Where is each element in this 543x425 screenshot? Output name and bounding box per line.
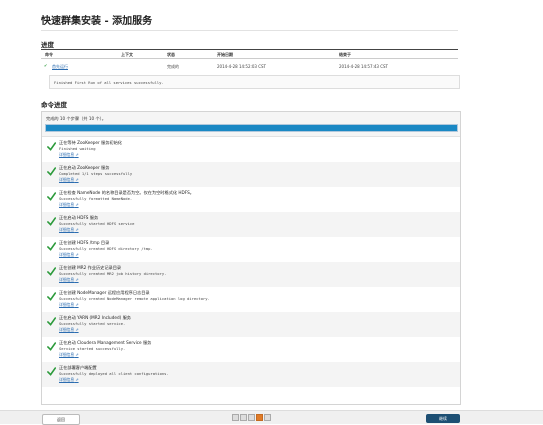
step-details-link[interactable]: 详细信息 ⇗ [59,227,79,233]
command-step: 正在创建 MR2 作业历史记录目录 Successfully created MR… [42,262,460,287]
steps-summary: 完成的 10 个步骤（共 10 个）。 [46,116,106,121]
external-link-icon: ⇗ [74,252,79,257]
progress-bar [45,124,458,132]
step-message: Successfully formatted NameNode. [59,196,133,201]
command-step: 正在启动 HDFS 服务 Successfully started HDFS se… [42,212,460,237]
page-title: 快速群集安装 - 添加服务 [41,16,153,27]
external-link-icon: ⇗ [74,377,79,382]
check-icon [47,292,56,301]
details-label: 详细信息 [59,352,75,357]
check-icon: ✔ [44,63,48,68]
command-progress-summary: 完成的 10 个步骤（共 10 个）。 [42,112,460,137]
step-details-link[interactable]: 详细信息 ⇗ [59,352,79,358]
start-date-cell: 2014-4-28 14:52:03 CST [217,64,266,69]
progress-message-box: Finished First Run of all services succe… [49,75,460,89]
progress-message: Finished First Run of all services succe… [54,80,164,85]
details-label: 详细信息 [59,177,75,182]
step-message: Successfully created HDFS directory /tmp… [59,246,153,251]
external-link-icon: ⇗ [74,327,79,332]
step-message: Successfully created NodeManager remote … [59,296,210,301]
check-icon [47,367,56,376]
details-label: 详细信息 [59,327,75,332]
pager-step-5 [264,414,271,421]
command-step: 正在检查 NameNode 的名称目录是否为空。仅在为空时格式化 HDFS。 Su… [42,187,460,212]
command-step: 正在部署客户端配置 Successfully deployed all clien… [42,362,460,387]
step-message: Successfully deployed all client configu… [59,371,169,376]
step-message: Successfully started service. [59,321,126,326]
check-icon [47,267,56,276]
external-link-icon: ⇗ [74,302,79,307]
step-details-link[interactable]: 详细信息 ⇗ [59,152,79,158]
details-label: 详细信息 [59,227,75,232]
external-link-icon: ⇗ [74,152,79,157]
command-step: 正在启动 YARN (MR2 Included) 服务 Successfully … [42,312,460,337]
col-start: 开始日期 [217,51,233,57]
command-step: 正在创建 HDFS /tmp 目录 Successfully created HD… [42,237,460,262]
step-details-link[interactable]: 详细信息 ⇗ [59,327,79,333]
progress-table-header: 命令 上下文 状态 开始日期 结束于 [41,49,458,59]
step-details-link[interactable]: 详细信息 ⇗ [59,377,79,383]
external-link-icon: ⇗ [74,352,79,357]
step-details-link[interactable]: 详细信息 ⇗ [59,277,79,283]
progress-heading: 进度 [41,41,54,49]
end-date-cell: 2014-4-28 14:57:43 CST [339,64,388,69]
back-button[interactable]: 返回 [42,414,80,425]
wizard-pager [232,414,272,422]
check-icon [47,217,56,226]
command-link[interactable]: 首先运行 [52,64,68,70]
external-link-icon: ⇗ [74,202,79,207]
step-details-link[interactable]: 详细信息 ⇗ [59,252,79,258]
check-icon [47,317,56,326]
external-link-icon: ⇗ [74,277,79,282]
pager-step-2 [240,414,247,421]
command-step: 正在启动 Cloudera Management Service 服务 Servi… [42,337,460,362]
details-label: 详细信息 [59,152,75,157]
command-step: 正在启动 ZooKeeper 服务 Completed 1/1 steps suc… [42,162,460,187]
step-message: Service started successfully. [59,346,126,351]
check-icon [47,167,56,176]
command-step: 正在等待 ZooKeeper 服务初始化 Finished waiting 详细信息… [42,137,460,162]
details-label: 详细信息 [59,202,75,207]
step-message: Completed 1/1 steps successfully [59,171,133,176]
details-label: 详细信息 [59,377,75,382]
progress-table-row: ✔ 首先运行 完成的 2014-4-28 14:52:03 CST 2014-4… [41,60,458,72]
step-details-link[interactable]: 详细信息 ⇗ [59,202,79,208]
command-step: 正在创建 NodeManager 远程应用程序日志目录 Successfully … [42,287,460,312]
pager-step-3 [248,414,255,421]
command-progress-panel[interactable]: 完成的 10 个步骤（共 10 个）。 正在等待 ZooKeeper 服务初始化… [41,111,461,405]
col-status: 状态 [167,51,175,57]
details-label: 详细信息 [59,302,75,307]
command-progress-heading: 命令进度 [41,101,67,109]
check-icon [47,192,56,201]
details-label: 详细信息 [59,252,75,257]
add-service-wizard: 快速群集安装 - 添加服务 进度 命令 上下文 状态 开始日期 结束于 ✔ 首先… [0,0,543,425]
col-end: 结束于 [339,51,351,57]
progress-bar-fill [46,125,457,131]
status-cell: 完成的 [167,64,179,69]
col-context: 上下文 [121,51,133,57]
step-message: Successfully created MR2 job history dir… [59,271,167,276]
details-label: 详细信息 [59,277,75,282]
check-icon [47,142,56,151]
external-link-icon: ⇗ [74,177,79,182]
step-message: Successfully started HDFS service [59,221,135,226]
external-link-icon: ⇗ [74,227,79,232]
col-command: 命令 [45,51,53,57]
title-divider [41,30,458,31]
pager-step-4 [256,414,263,421]
pager-step-1 [232,414,239,421]
continue-button[interactable]: 继续 [426,414,460,423]
step-details-link[interactable]: 详细信息 ⇗ [59,177,79,183]
check-icon [47,242,56,251]
step-details-link[interactable]: 详细信息 ⇗ [59,302,79,308]
step-message: Finished waiting [59,146,96,151]
check-icon [47,342,56,351]
